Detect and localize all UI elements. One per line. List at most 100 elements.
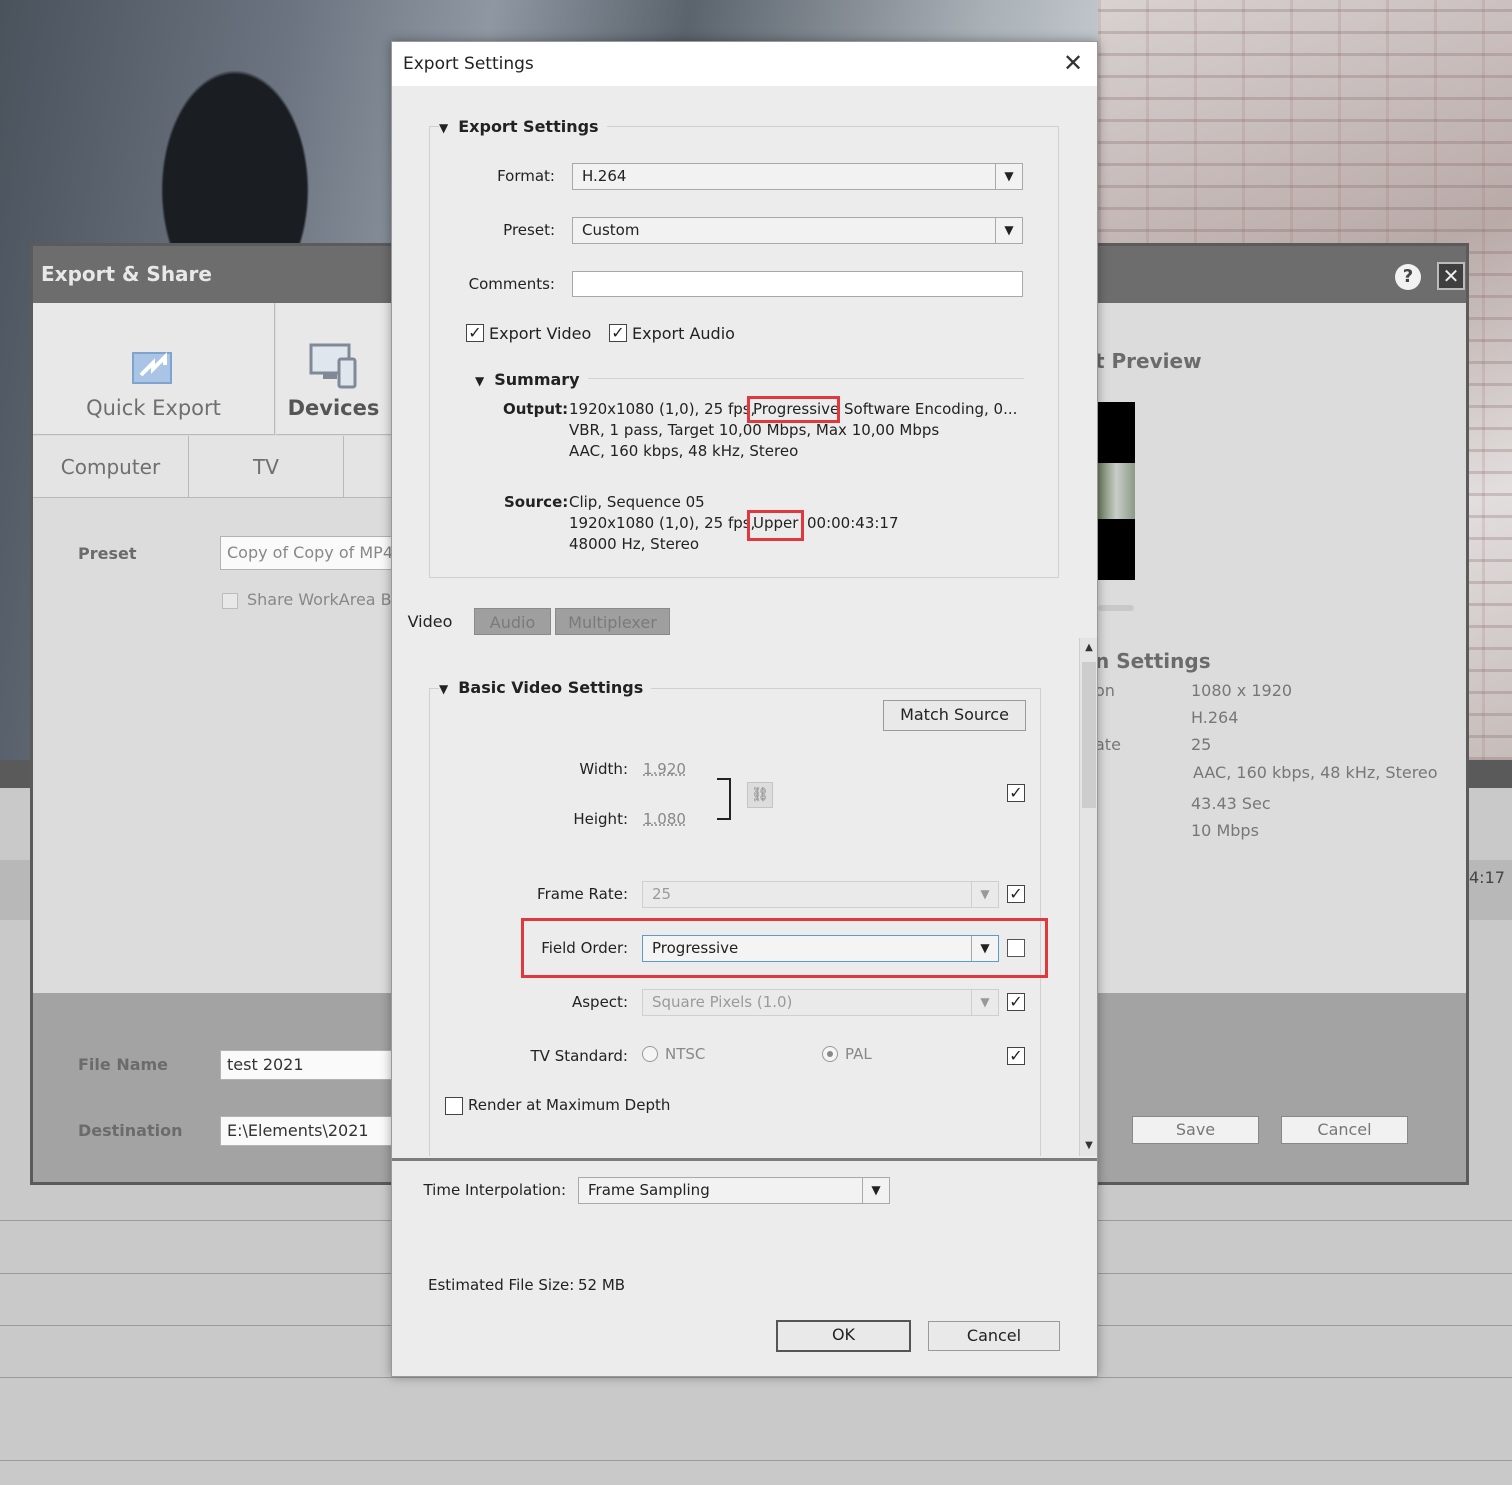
frame-rate-dropdown[interactable]: 25 ▼ xyxy=(642,881,999,908)
file-name-field[interactable]: test 2021 xyxy=(220,1050,392,1080)
close-icon[interactable]: ✕ xyxy=(1437,262,1465,290)
collapse-triangle-icon: ▼ xyxy=(439,121,449,135)
aspect-match-checkbox[interactable]: ✓ xyxy=(1007,993,1025,1011)
comments-label: Comments: xyxy=(468,275,555,293)
output-label: Output: xyxy=(503,400,569,418)
preview-scrubber[interactable] xyxy=(1098,605,1134,611)
export-audio-checkbox[interactable]: ✓ xyxy=(609,324,627,342)
aspect-label: Aspect: xyxy=(571,993,628,1011)
dialog-title: Export Settings xyxy=(403,54,534,74)
chevron-down-icon: ▼ xyxy=(862,1178,889,1203)
settings-title: n Settings xyxy=(1095,649,1211,673)
format-dropdown[interactable]: H.264 ▼ xyxy=(572,163,1023,190)
comments-input[interactable] xyxy=(572,271,1023,297)
file-name-label: File Name xyxy=(78,1055,169,1074)
share-workarea-checkbox[interactable] xyxy=(222,593,238,609)
width-value[interactable]: 1.920 xyxy=(643,760,686,778)
ntsc-radio[interactable] xyxy=(642,1046,658,1062)
tab-video[interactable]: Video xyxy=(397,608,463,635)
export-settings-section-header[interactable]: ▼ Export Settings xyxy=(439,117,607,136)
destination-field[interactable]: E:\Elements\2021 xyxy=(220,1116,392,1146)
destination-label: Destination xyxy=(78,1121,183,1140)
basic-video-section-header[interactable]: ▼ Basic Video Settings xyxy=(439,678,652,697)
summary-section-header[interactable]: ▼ Summary xyxy=(475,370,588,389)
info-duration: 43.43 Sec xyxy=(1191,794,1271,813)
output-line3: AAC, 160 kbps, 48 kHz, Stereo xyxy=(569,442,799,460)
export-audio-label: Export Audio xyxy=(632,324,735,343)
chevron-down-icon: ▼ xyxy=(995,164,1022,189)
help-icon[interactable]: ? xyxy=(1395,264,1421,290)
preset-label: Preset: xyxy=(503,221,555,239)
chevron-down-icon: ▼ xyxy=(971,990,998,1015)
preset-field[interactable]: Copy of Copy of MP4 - xyxy=(220,536,392,570)
tv-standard-match-checkbox[interactable]: ✓ xyxy=(1007,1047,1025,1065)
tv-standard-label: TV Standard: xyxy=(530,1047,629,1065)
preset-label: Preset xyxy=(78,544,137,563)
estimated-file-size-label: Estimated File Size: xyxy=(428,1276,575,1294)
highlight-box xyxy=(747,510,804,541)
summary-divider xyxy=(586,378,1024,379)
collapse-triangle-icon: ▼ xyxy=(475,374,485,388)
video-pane-scrollbar[interactable]: ▲ ▼ xyxy=(1079,638,1097,1156)
dialog-close-icon[interactable]: ✕ xyxy=(1060,50,1086,76)
video-settings-pane: ▼ Basic Video Settings Match Source Width… xyxy=(393,636,1079,1156)
preview-frame-top xyxy=(1098,402,1135,463)
match-source-button[interactable]: Match Source xyxy=(883,700,1026,731)
preset-value: Custom xyxy=(582,221,640,239)
timeline-track-line xyxy=(0,1377,1512,1378)
time-interpolation-label: Time Interpolation: xyxy=(423,1181,566,1199)
format-label: Format: xyxy=(497,167,555,185)
export-share-cancel-button[interactable]: Cancel xyxy=(1281,1116,1408,1144)
output-line1-a: 1920x1080 (1,0), 25 fps, xyxy=(569,400,756,418)
devices-icon xyxy=(309,343,356,389)
save-button[interactable]: Save xyxy=(1132,1116,1259,1144)
output-line1-b: Software Encoding, 0... xyxy=(844,400,1018,418)
preview-frame-image xyxy=(1098,463,1135,519)
tile-tv[interactable]: TV xyxy=(189,436,344,498)
dialog-cancel-button[interactable]: Cancel xyxy=(928,1321,1060,1351)
preset-dropdown[interactable]: Custom ▼ xyxy=(572,217,1023,244)
time-interpolation-value: Frame Sampling xyxy=(588,1181,710,1199)
share-workarea-label: Share WorkArea Ba xyxy=(247,590,402,609)
tab-multiplexer[interactable]: Multiplexer xyxy=(555,608,670,635)
dimension-link-bracket xyxy=(717,778,731,820)
time-interpolation-dropdown[interactable]: Frame Sampling ▼ xyxy=(578,1177,890,1204)
aspect-value: Square Pixels (1.0) xyxy=(652,993,793,1011)
height-value[interactable]: 1.080 xyxy=(643,810,686,828)
render-max-depth-checkbox[interactable] xyxy=(445,1097,463,1115)
ntsc-label: NTSC xyxy=(665,1045,706,1063)
ok-button[interactable]: OK xyxy=(776,1320,911,1352)
scrollbar-thumb[interactable] xyxy=(1082,662,1096,808)
dialog-titlebar: Export Settings ✕ xyxy=(392,42,1097,86)
frame-rate-match-checkbox[interactable]: ✓ xyxy=(1007,885,1025,903)
info-audio: AAC, 160 kbps, 48 kHz, Stereo xyxy=(1193,763,1438,782)
pal-label: PAL xyxy=(845,1045,872,1063)
export-video-label: Export Video xyxy=(489,324,592,343)
scroll-up-icon[interactable]: ▲ xyxy=(1080,640,1098,656)
field-order-dropdown[interactable]: Progressive ▼ xyxy=(642,935,999,962)
field-order-match-checkbox[interactable] xyxy=(1007,939,1025,957)
source-line1: Clip, Sequence 05 xyxy=(569,493,705,511)
link-icon[interactable]: ⛓ xyxy=(747,782,773,808)
export-share-title: Export & Share xyxy=(41,262,212,286)
tile-computer[interactable]: Computer xyxy=(33,436,189,498)
export-video-checkbox[interactable]: ✓ xyxy=(466,324,484,342)
tile-devices[interactable]: Devices xyxy=(276,303,392,435)
quick-export-label: Quick Export xyxy=(86,396,221,420)
export-settings-dialog: Export Settings ✕ ▼ Export Settings Forma… xyxy=(391,41,1098,1377)
scroll-down-icon[interactable]: ▼ xyxy=(1080,1138,1098,1154)
pal-radio[interactable] xyxy=(822,1046,838,1062)
tile-quick-export[interactable]: Quick Export xyxy=(33,303,275,435)
devices-label: Devices xyxy=(287,396,380,420)
summary-title: Summary xyxy=(494,370,580,389)
chevron-down-icon: ▼ xyxy=(971,936,998,961)
source-line2-a: 1920x1080 (1,0), 25 fps, xyxy=(569,514,756,532)
tile-more[interactable] xyxy=(344,436,392,498)
timeline-timecode: 4:17 xyxy=(1469,868,1505,887)
info-bitrate: 10 Mbps xyxy=(1191,821,1259,840)
estimated-file-size-value: 52 MB xyxy=(578,1276,626,1294)
dimensions-match-checkbox[interactable]: ✓ xyxy=(1007,784,1025,802)
aspect-dropdown[interactable]: Square Pixels (1.0) ▼ xyxy=(642,989,999,1016)
frame-rate-value: 25 xyxy=(652,885,672,903)
tab-audio[interactable]: Audio xyxy=(474,608,551,635)
